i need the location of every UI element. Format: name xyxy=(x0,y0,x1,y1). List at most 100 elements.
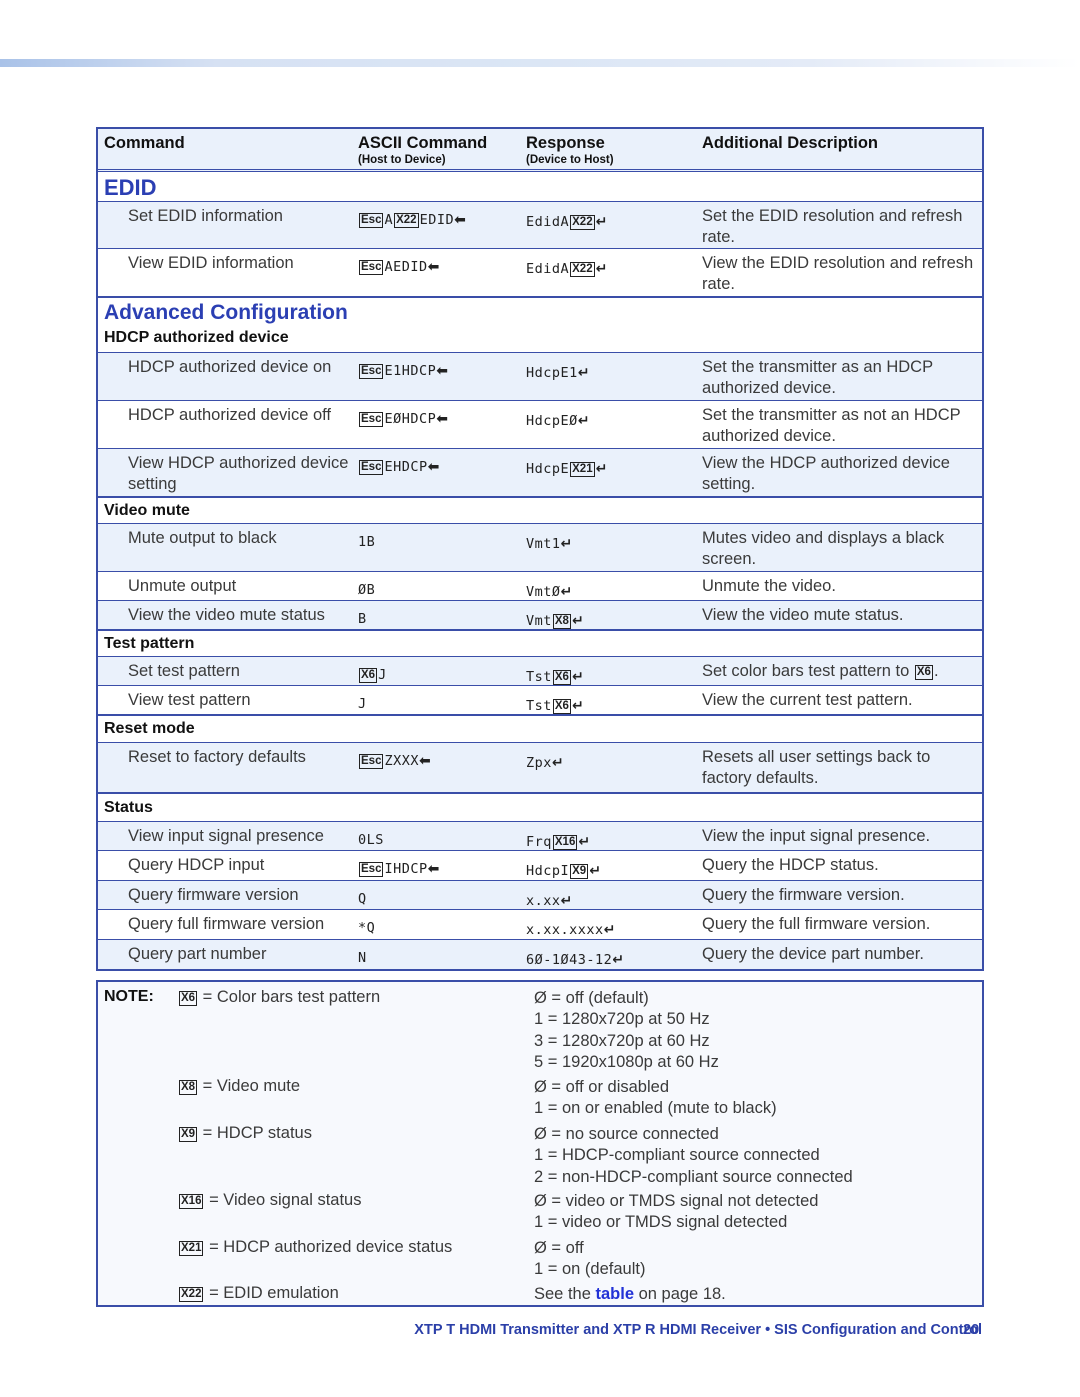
return-arrow-icon: ↵ xyxy=(595,214,608,230)
table-row: Query HDCP input Esc IHDCP⬅ HdcpI X9 ↵ Quer… xyxy=(98,850,982,880)
section-title: EDID xyxy=(104,175,157,200)
header-gradient-bar xyxy=(0,59,1080,67)
ascii-command: Esc EHDCP⬅ xyxy=(359,459,440,475)
table-row: Unmute output ØB VmtØ↵ Unmute the video. xyxy=(98,571,982,600)
return-arrow-icon: ↵ xyxy=(577,365,591,381)
command-name: View the video mute status xyxy=(128,606,325,624)
variable-key: X22 xyxy=(570,215,595,230)
ascii-command: J xyxy=(358,696,367,712)
esc-key-icon: Esc xyxy=(359,460,384,475)
command-name: Query part number xyxy=(128,945,267,963)
response: Frq X16 ↵ xyxy=(526,834,591,850)
left-arrow-icon: ⬅ xyxy=(418,753,432,769)
command-name: Query full firmware version xyxy=(128,915,325,933)
ascii-command: B xyxy=(358,611,367,627)
return-arrow-icon: ↵ xyxy=(603,922,616,938)
note-item: X9 = HDCP status xyxy=(179,1124,312,1142)
variable-key: X6 xyxy=(179,991,198,1006)
table-row: View test pattern J Tst X6 ↵ View the curr… xyxy=(98,685,982,714)
col-response-sub: (Device to Host) xyxy=(526,154,614,166)
table-row: View EDID information Esc AEDID⬅ EdidA X22… xyxy=(98,248,982,296)
command-name: Query HDCP input xyxy=(128,856,265,874)
subsection-title: Status xyxy=(104,799,153,816)
section-advanced-configuration: Advanced Configuration HDCP authorized d… xyxy=(98,296,982,352)
variable-key: X16 xyxy=(552,835,578,850)
esc-key-icon: Esc xyxy=(359,364,384,379)
note-values: Ø = off or disabled 1 = on or enabled (mu… xyxy=(534,1078,777,1118)
response: 6Ø-1Ø43-12↵ xyxy=(526,952,625,968)
section-reset-mode: Reset mode xyxy=(98,714,982,742)
table-row: Mute output to black 1B Vmt1↵ Mutes vide… xyxy=(98,523,982,571)
command-name: Set EDID information xyxy=(128,207,283,225)
section-video-mute: Video mute xyxy=(98,496,982,523)
ascii-command: X6 J xyxy=(359,667,387,683)
response: Tst X6 ↵ xyxy=(526,698,585,714)
col-ascii-sub: (Host to Device) xyxy=(358,154,446,166)
response: Zpx↵ xyxy=(526,755,565,771)
response: HdcpI X9 ↵ xyxy=(526,863,602,879)
return-arrow-icon: ↵ xyxy=(595,261,608,277)
col-command: Command xyxy=(104,134,185,152)
response: HdcpE1↵ xyxy=(526,365,591,381)
left-arrow-icon: ⬅ xyxy=(436,411,449,427)
command-name: View input signal presence xyxy=(128,827,324,845)
description: Set the EDID resolution and refresh rate… xyxy=(702,207,963,246)
subsection-title: Reset mode xyxy=(104,720,195,737)
ascii-command: Esc AEDID⬅ xyxy=(359,259,440,275)
return-arrow-icon: ↵ xyxy=(560,893,573,909)
left-arrow-icon: ⬅ xyxy=(427,459,440,475)
esc-key-icon: Esc xyxy=(359,862,384,877)
return-arrow-icon: ↵ xyxy=(551,755,565,771)
return-arrow-icon: ↵ xyxy=(577,413,591,429)
ascii-command: Q xyxy=(358,891,367,907)
description: View the HDCP authorized device setting. xyxy=(702,454,950,493)
ascii-command: 1B xyxy=(358,534,376,550)
return-arrow-icon: ↵ xyxy=(560,584,573,600)
ascii-command: *Q xyxy=(358,920,376,936)
response: x.xx↵ xyxy=(526,893,573,909)
variable-key: X22 xyxy=(394,213,419,228)
col-description: Additional Description xyxy=(702,134,879,152)
table-row: Reset to factory defaults Esc ZXXX⬅ Zpx↵ … xyxy=(98,742,982,792)
response: Vmt1↵ xyxy=(526,536,573,552)
variable-key: X21 xyxy=(570,462,595,477)
table-row: HDCP authorized device off Esc EØHDCP⬅ Hd… xyxy=(98,400,982,448)
command-name: Unmute output xyxy=(128,577,237,595)
section-test-pattern: Test pattern xyxy=(98,629,982,656)
left-arrow-icon: ⬅ xyxy=(436,363,449,379)
section-status: Status xyxy=(98,792,982,821)
col-response: Response xyxy=(526,134,605,152)
table-row: Query firmware version Q x.xx↵ Query the… xyxy=(98,880,982,909)
ascii-command: Esc A X22 EDID⬅ xyxy=(359,212,467,228)
command-name: View test pattern xyxy=(128,691,251,709)
variable-key: X8 xyxy=(179,1080,198,1095)
description: Set the transmitter as not an HDCP autho… xyxy=(702,406,961,445)
description: View the video mute status. xyxy=(702,606,904,624)
description: Set color bars test pattern to X6. xyxy=(702,662,939,680)
command-name: Query firmware version xyxy=(128,886,299,904)
subsection-title: Video mute xyxy=(104,502,190,519)
description: View the current test pattern. xyxy=(702,691,913,709)
response: HdcpEØ↵ xyxy=(526,413,591,429)
note-values: Ø = video or TMDS signal not detected 1 =… xyxy=(534,1192,819,1232)
table-link[interactable]: table xyxy=(595,1285,634,1303)
response: VmtØ↵ xyxy=(526,584,573,600)
note-item: X16 = Video signal status xyxy=(179,1191,362,1209)
command-name: HDCP authorized device off xyxy=(128,406,332,424)
table-row: Query full firmware version *Q x.xx.xxxx… xyxy=(98,909,982,939)
ascii-command: Esc EØHDCP⬅ xyxy=(359,411,449,427)
command-name: View HDCP authorized device setting xyxy=(128,454,349,493)
response: EdidA X22 ↵ xyxy=(526,214,608,230)
variable-key: X9 xyxy=(570,864,589,879)
description: Query the firmware version. xyxy=(702,886,905,904)
subsection-title: HDCP authorized device xyxy=(104,329,289,346)
table-row: Query part number N 6Ø-1Ø43-12↵ Query th… xyxy=(98,939,982,969)
section-edid: EDID xyxy=(98,172,982,201)
return-arrow-icon: ↵ xyxy=(589,863,602,879)
esc-key-icon: Esc xyxy=(359,412,384,427)
subsection-title: Test pattern xyxy=(104,635,195,652)
command-name: Set test pattern xyxy=(128,662,240,680)
response: x.xx.xxxx↵ xyxy=(526,922,616,938)
footer-title: XTP T HDMI Transmitter and XTP R HDMI Re… xyxy=(414,1322,982,1338)
ascii-command: Esc E1HDCP⬅ xyxy=(359,363,449,379)
